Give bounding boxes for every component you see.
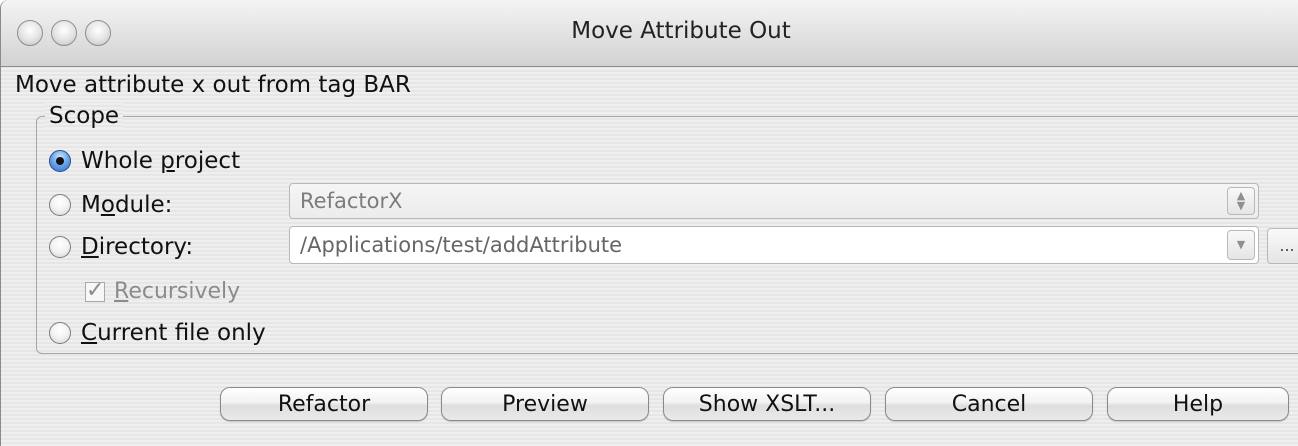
checkmark-icon[interactable]: ✓ [85, 279, 105, 302]
radio-selected-icon[interactable] [49, 150, 71, 172]
close-window-icon[interactable] [17, 20, 43, 46]
directory-input-value: /Applications/test/addAttribute [300, 233, 623, 257]
radio-module[interactable]: Module: [49, 192, 172, 218]
dropdown-arrow-icon[interactable]: ▼ [1227, 230, 1255, 260]
radio-current-file-only-label: Current file only [81, 320, 266, 346]
directory-input[interactable]: /Applications/test/addAttribute [289, 226, 1259, 264]
zoom-window-icon[interactable] [85, 20, 111, 46]
radio-directory[interactable]: Directory: [49, 234, 193, 260]
down-arrow-icon: ▼ [1236, 199, 1246, 212]
preview-button[interactable]: Preview [441, 387, 649, 421]
label-mnemonic: p [160, 148, 175, 174]
radio-unselected-icon[interactable] [49, 236, 71, 258]
label-mnemonic: D [81, 234, 99, 260]
label-text: urrent file only [97, 320, 266, 346]
radio-unselected-icon[interactable] [49, 194, 71, 216]
module-select[interactable]: RefactorX [289, 183, 1259, 219]
refactor-button[interactable]: Refactor [220, 387, 428, 421]
ellipsis-icon: ... [1279, 236, 1295, 255]
title-bar: Move Attribute Out [1, 0, 1298, 67]
move-attribute-out-dialog: Move Attribute Out Move attribute x out … [0, 0, 1298, 446]
label-mnemonic: C [81, 320, 98, 346]
radio-directory-label: Directory: [81, 234, 193, 260]
checkbox-recursively[interactable]: ✓ Recursively [85, 279, 240, 304]
label-text: roject [174, 148, 241, 174]
up-down-arrows-icon[interactable]: ▲ ▼ [1227, 187, 1255, 215]
label-text: Whole [81, 148, 161, 174]
radio-whole-project-label: Whole project [81, 148, 240, 174]
label-mnemonic: o [100, 192, 115, 218]
scope-group-label: Scope [45, 103, 124, 129]
dialog-heading: Move attribute x out from tag BAR [15, 72, 411, 98]
label-mnemonic: R [114, 279, 129, 304]
radio-current-file-only[interactable]: Current file only [49, 320, 266, 346]
cancel-button[interactable]: Cancel [885, 387, 1093, 421]
label-text: M [81, 192, 101, 218]
down-arrow-icon: ▼ [1236, 238, 1246, 251]
show-xslt-button[interactable]: Show XSLT... [663, 387, 871, 421]
label-text: dule: [114, 192, 173, 218]
browse-directory-button[interactable]: ... [1267, 228, 1298, 264]
window-title: Move Attribute Out [571, 18, 791, 44]
radio-unselected-icon[interactable] [49, 322, 71, 344]
label-text: ecursively [128, 279, 241, 304]
minimize-window-icon[interactable] [51, 20, 77, 46]
help-button[interactable]: Help [1107, 387, 1289, 421]
checkbox-recursively-label: Recursively [114, 279, 240, 304]
label-text: irectory: [98, 234, 194, 260]
module-select-value: RefactorX [300, 189, 403, 213]
radio-module-label: Module: [81, 192, 172, 218]
radio-whole-project[interactable]: Whole project [49, 148, 240, 174]
